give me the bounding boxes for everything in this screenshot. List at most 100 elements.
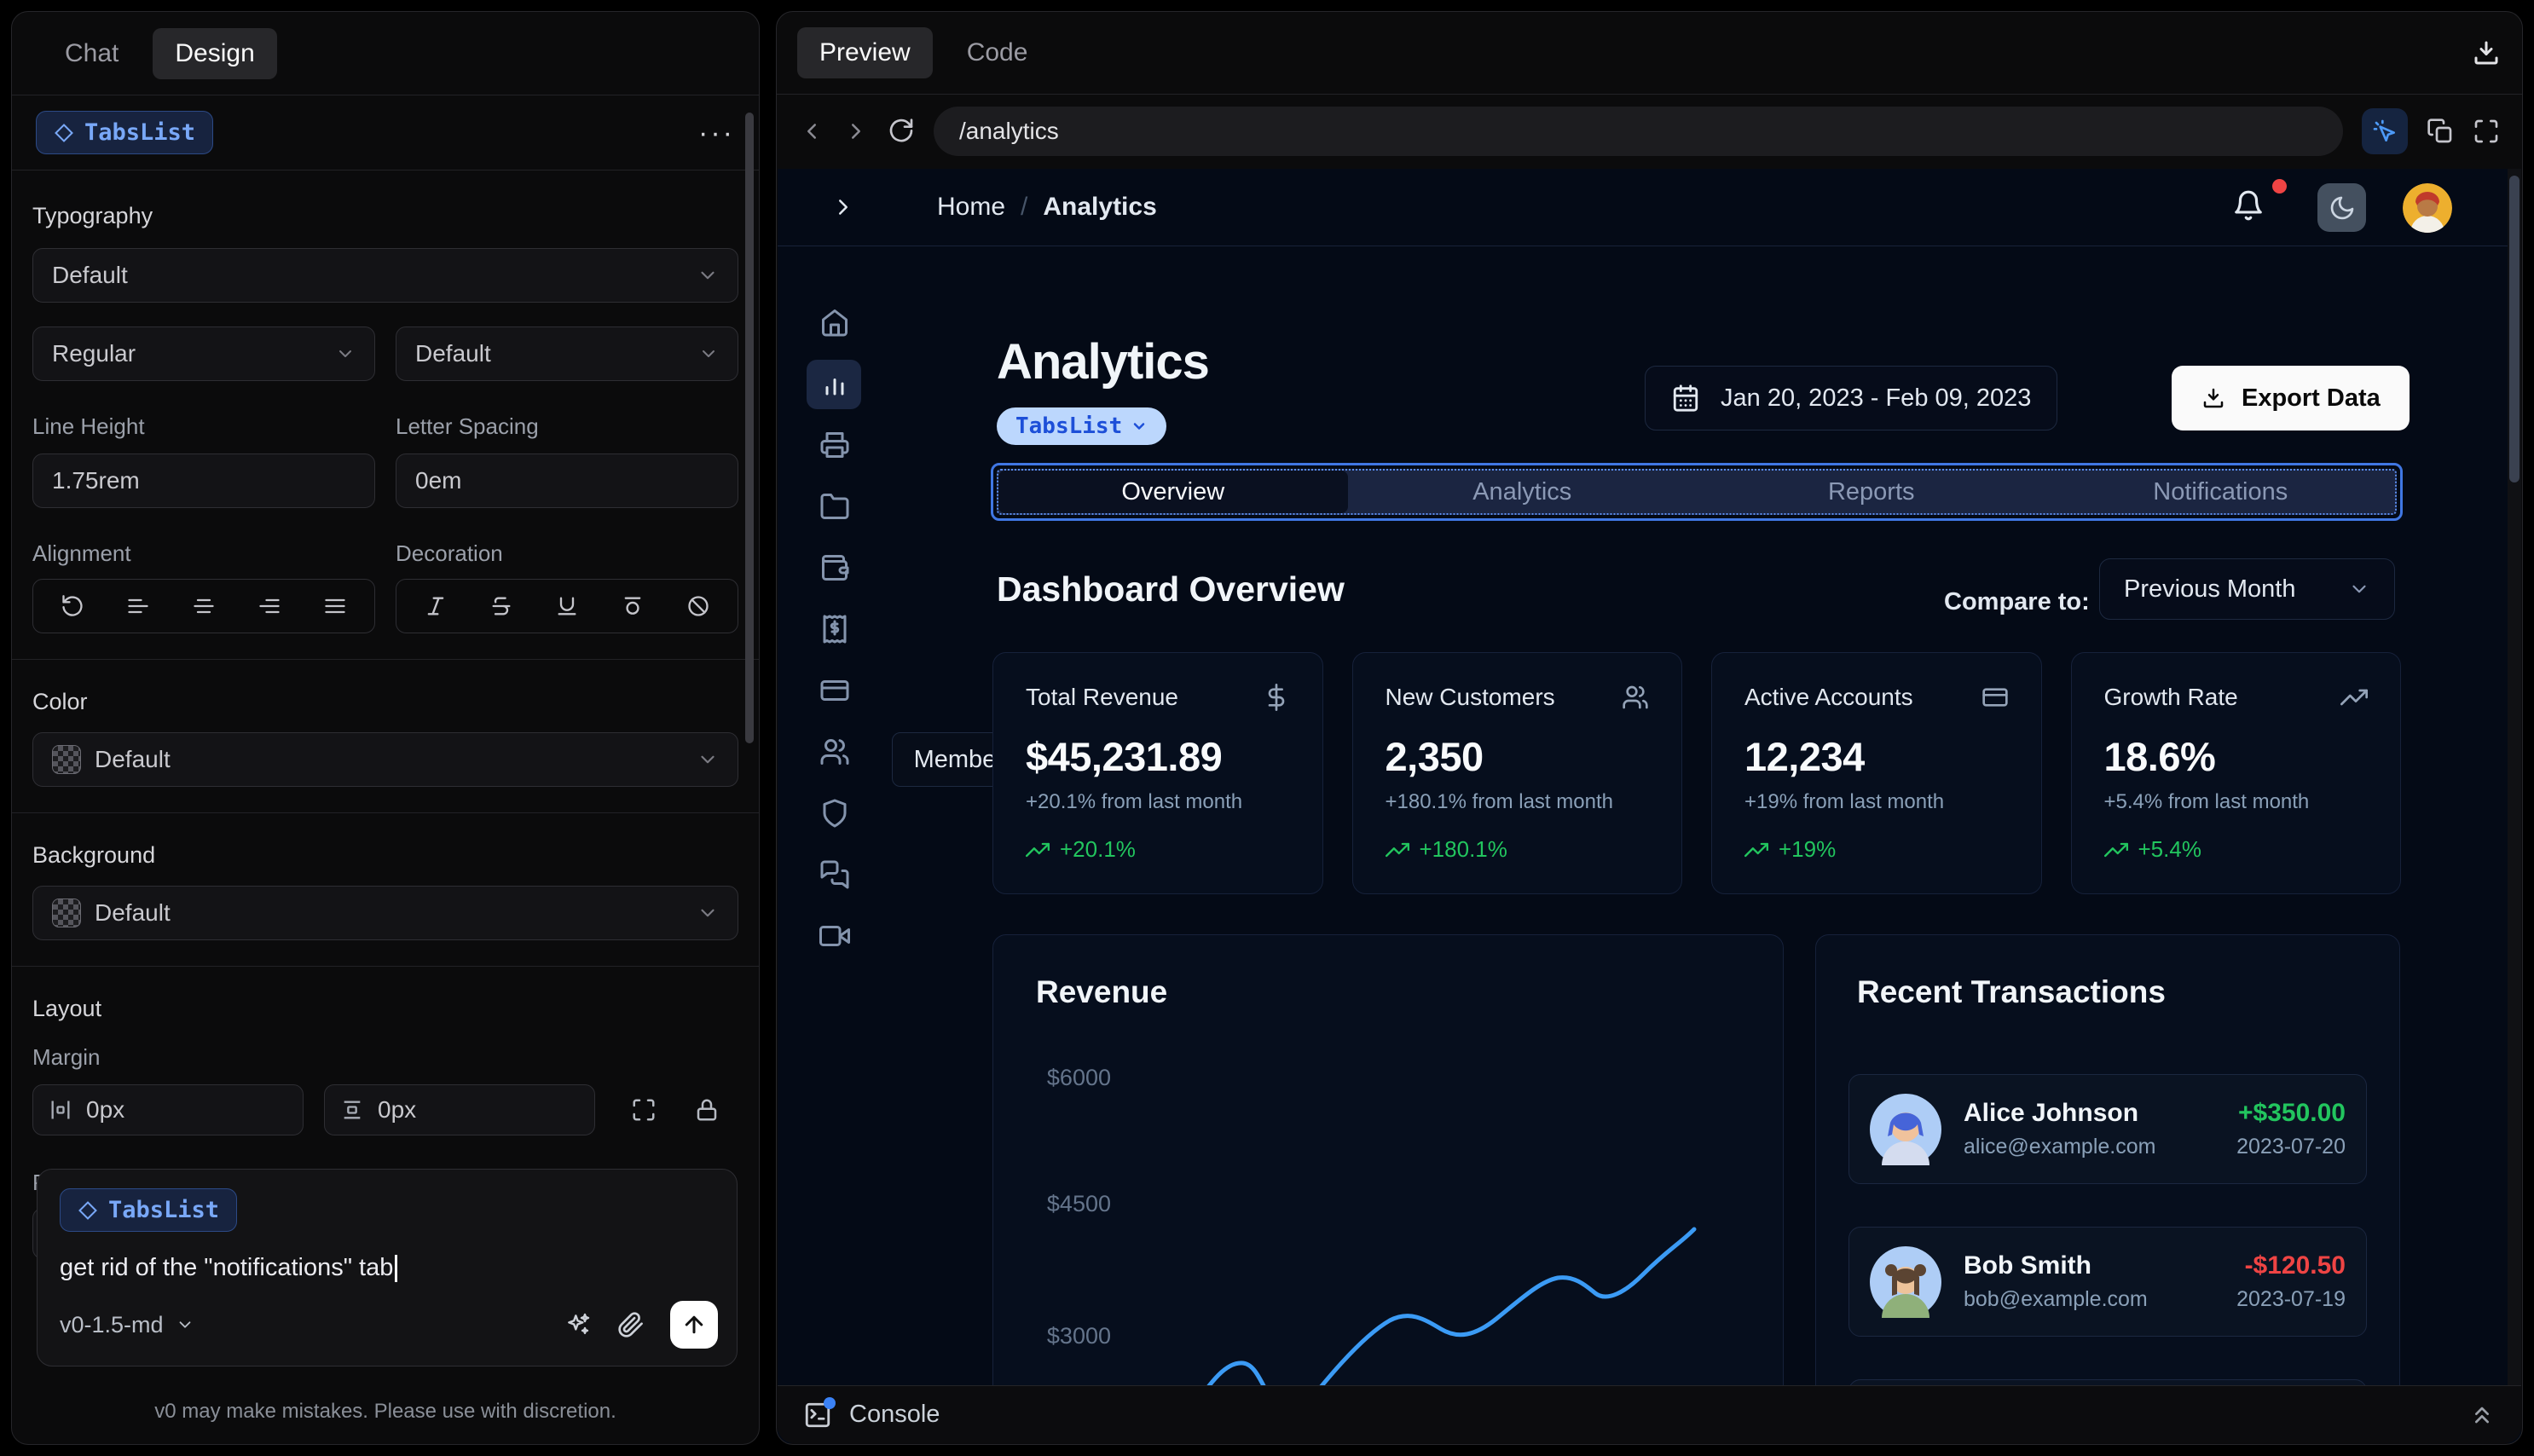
tab-reports[interactable]: Reports	[1697, 471, 2046, 513]
transaction-row[interactable]: Bob Smith bob@example.com -$120.50 2023-…	[1848, 1227, 2367, 1337]
video-icon[interactable]	[810, 911, 859, 961]
copy-icon[interactable]	[2427, 118, 2454, 145]
download-icon	[2201, 385, 2226, 411]
stat-title: Active Accounts	[1744, 684, 1913, 710]
transaction-amount: +$350.00	[2238, 1099, 2346, 1127]
download-icon[interactable]	[2471, 38, 2502, 68]
chevrons-up-icon[interactable]	[2468, 1401, 2496, 1429]
printer-icon[interactable]	[810, 420, 859, 470]
tab-chat[interactable]: Chat	[43, 28, 141, 79]
transaction-amount: -$120.50	[2244, 1251, 2346, 1280]
compare-select[interactable]: Previous Month	[2099, 558, 2395, 620]
tabslist-overlay-chip[interactable]: TabsList	[997, 407, 1167, 445]
scrollbar-thumb[interactable]	[2509, 176, 2520, 482]
stat-title: New Customers	[1385, 684, 1555, 710]
tab-overview[interactable]: Overview	[998, 471, 1348, 513]
font-family-select[interactable]: Default	[32, 248, 738, 303]
composer-context-chip[interactable]: TabsList	[60, 1188, 238, 1232]
forward-button[interactable]	[843, 118, 869, 144]
line-height-value: 1.75rem	[52, 467, 140, 494]
lock-icon[interactable]	[694, 1097, 720, 1123]
tab-preview[interactable]: Preview	[797, 27, 933, 78]
font-family-value: Default	[52, 262, 128, 288]
tab-design[interactable]: Design	[153, 27, 277, 79]
stat-value: $45,231.89	[1026, 734, 1223, 779]
console-bar[interactable]: Console	[778, 1385, 2521, 1443]
tab-code[interactable]: Code	[945, 27, 1050, 78]
margin-y-input[interactable]: 0px	[324, 1084, 595, 1135]
breadcrumb-home[interactable]: Home	[937, 193, 1005, 222]
tab-notifications[interactable]: Notifications	[2046, 471, 2396, 513]
folder-icon[interactable]	[810, 482, 859, 531]
sparkles-icon[interactable]	[564, 1311, 592, 1338]
section-title: Dashboard Overview	[997, 569, 1345, 609]
credit-card-icon[interactable]	[810, 666, 859, 715]
font-weight-select[interactable]: Regular	[32, 326, 375, 381]
model-select[interactable]: v0-1.5-md	[60, 1312, 194, 1338]
background-select[interactable]: Default	[32, 886, 738, 940]
overline-icon[interactable]	[621, 594, 645, 618]
fullscreen-icon[interactable]	[2473, 118, 2500, 145]
shield-icon[interactable]	[810, 789, 859, 838]
align-center-icon[interactable]	[192, 594, 216, 618]
ban-icon[interactable]	[686, 594, 710, 618]
bell-icon[interactable]	[2232, 189, 2265, 222]
align-left-icon[interactable]	[126, 594, 150, 618]
tabs-list: Overview Analytics Reports Notifications	[997, 469, 2397, 515]
sidebar-toggle-icon[interactable]	[830, 194, 856, 220]
margin-x-input[interactable]: 0px	[32, 1084, 304, 1135]
expand-icon[interactable]	[631, 1097, 657, 1123]
refresh-icon[interactable]	[888, 118, 915, 145]
theme-toggle-button[interactable]	[2317, 183, 2366, 232]
inspect-pointer-button[interactable]	[2362, 108, 2408, 154]
panel-tab-bar: Chat Design	[12, 12, 759, 95]
diamond-icon	[78, 1200, 98, 1221]
font-weight-value: Regular	[52, 340, 136, 367]
more-menu-icon[interactable]: ···	[698, 118, 735, 147]
transaction-email: bob@example.com	[1964, 1287, 2148, 1311]
trending-up-icon	[1385, 838, 1409, 862]
transaction-row[interactable]: Alice Johnson alice@example.com +$350.00…	[1848, 1074, 2367, 1184]
users-icon[interactable]	[810, 727, 859, 777]
diamond-icon	[54, 123, 74, 143]
credit-card-icon	[1981, 684, 2009, 711]
wallet-icon[interactable]	[810, 543, 859, 592]
color-select[interactable]: Default	[32, 732, 738, 787]
disclaimer-text: v0 may make mistakes. Please use with di…	[154, 1400, 616, 1423]
paperclip-icon[interactable]	[617, 1311, 645, 1338]
export-data-button[interactable]: Export Data	[2172, 366, 2410, 430]
underline-icon[interactable]	[555, 594, 579, 618]
receipt-icon[interactable]	[810, 604, 859, 654]
messages-icon[interactable]	[810, 850, 859, 899]
avatar	[1870, 1245, 1941, 1318]
align-justify-icon[interactable]	[323, 594, 347, 618]
line-height-input[interactable]: 1.75rem	[32, 454, 375, 508]
align-right-icon[interactable]	[257, 594, 281, 618]
font-size-select[interactable]: Default	[396, 326, 738, 381]
chat-composer[interactable]: TabsList get rid of the "notifications" …	[37, 1169, 738, 1366]
design-panel: Chat Design TabsList ··· Typography Defa…	[11, 11, 760, 1445]
bar-chart-icon[interactable]	[810, 359, 859, 408]
back-button[interactable]	[799, 118, 824, 144]
composer-input[interactable]: get rid of the "notifications" tab	[60, 1254, 714, 1283]
url-input[interactable]: /analytics	[934, 107, 2343, 156]
trending-up-icon	[2103, 838, 2128, 862]
composer-chip-label: TabsList	[108, 1197, 220, 1223]
letter-spacing-input[interactable]: 0em	[396, 454, 738, 508]
chevron-down-icon	[1131, 418, 1148, 435]
tab-analytics[interactable]: Analytics	[1348, 471, 1698, 513]
compare-label: Compare to:	[1944, 588, 2090, 615]
preview-scrollbar[interactable]	[2508, 169, 2521, 1385]
undo-icon[interactable]	[61, 594, 84, 618]
decoration-group	[396, 579, 738, 633]
send-button[interactable]	[670, 1301, 718, 1349]
font-size-value: Default	[415, 340, 491, 367]
date-range-picker[interactable]: Jan 20, 2023 - Feb 09, 2023	[1645, 366, 2058, 430]
selected-element-chip[interactable]: TabsList	[36, 111, 214, 154]
italic-icon[interactable]	[424, 594, 448, 618]
composer-text: get rid of the "notifications" tab	[60, 1254, 394, 1281]
home-icon[interactable]	[810, 298, 859, 347]
panel-scrollbar[interactable]	[745, 113, 754, 743]
strikethrough-icon[interactable]	[489, 594, 513, 618]
user-avatar[interactable]	[2403, 183, 2452, 233]
